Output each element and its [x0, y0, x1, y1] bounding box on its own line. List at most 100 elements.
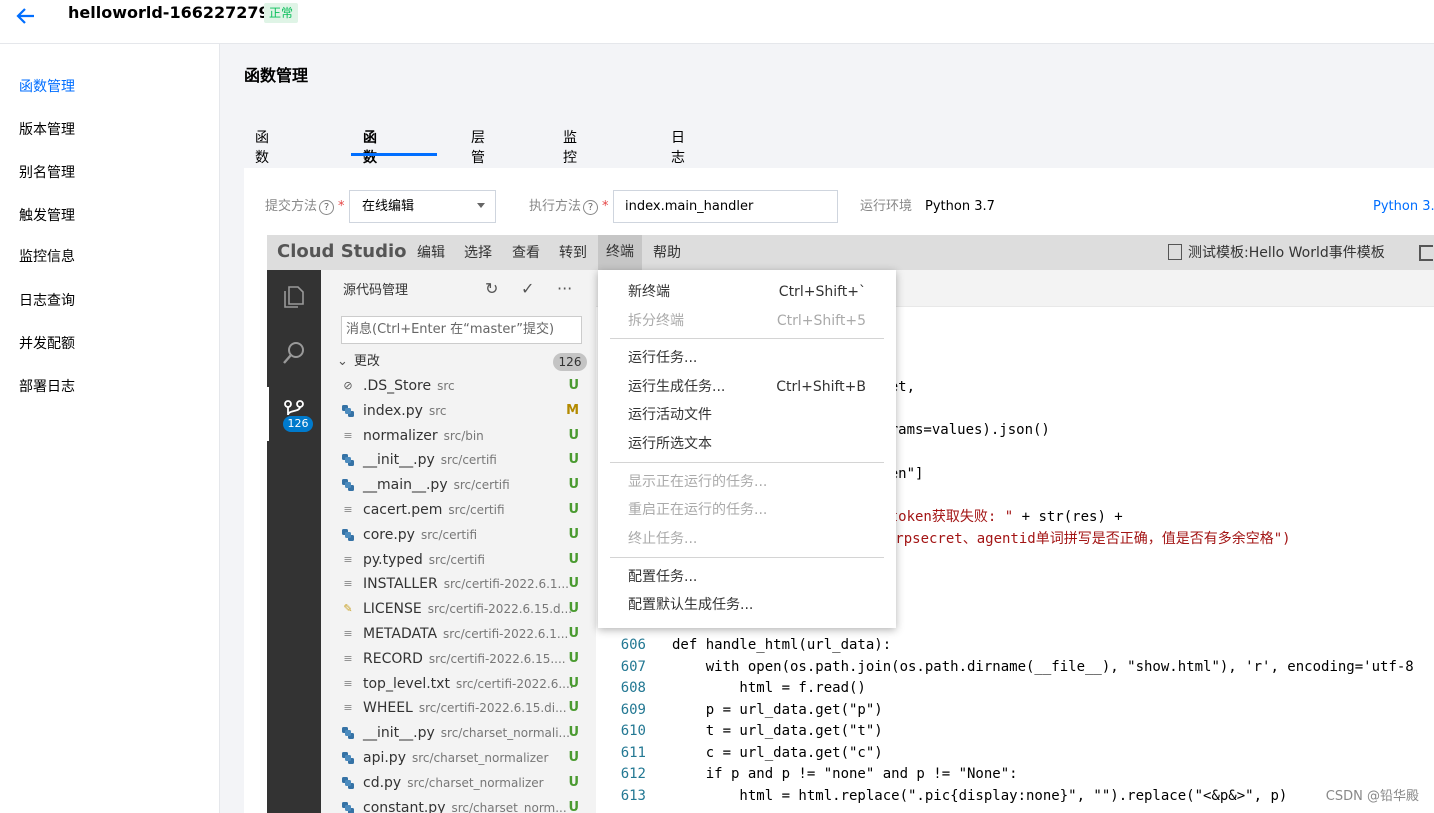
search-icon[interactable] — [281, 340, 307, 366]
shortcut-label: Ctrl+Shift+5 — [776, 313, 866, 329]
file-status: U — [568, 799, 579, 813]
menu-item-new-terminal[interactable]: 新终端 — [628, 283, 670, 301]
exec-method-text: 执行方法 — [529, 199, 582, 214]
menu-view[interactable]: 查看 — [512, 244, 540, 262]
changes-badge: 126 — [283, 416, 313, 432]
menu-goto[interactable]: 转到 — [559, 244, 587, 262]
menu-item-show-running-tasks[interactable]: 显示正在运行的任务... — [628, 473, 767, 491]
file-row[interactable]: ≡ cacert.pem src/certifi U — [341, 498, 581, 522]
file-name: constant.py — [363, 799, 446, 813]
sidebar-item-log-query[interactable]: 日志查询 — [19, 291, 75, 311]
file-row[interactable]: ✎ LICENSE src/certifi-2022.6.15.d... U — [341, 597, 581, 621]
file-status: U — [568, 427, 579, 443]
menu-select[interactable]: 选择 — [464, 244, 492, 262]
file-status: U — [568, 675, 579, 691]
file-row[interactable]: ≡ top_level.txt src/certifi-2022.6.... U — [341, 672, 581, 696]
more-icon[interactable]: ··· — [557, 278, 572, 300]
code-fragment: ess_token获取失败: " + str(res) + — [856, 506, 1123, 528]
file-row[interactable]: constant.py src/charset_norm... U — [341, 796, 581, 813]
file-row[interactable]: api.py src/charset_normalizer U — [341, 746, 581, 770]
line-number: 608 — [620, 680, 646, 696]
menu-item-run-selected-text[interactable]: 运行所选文本 — [628, 435, 712, 453]
file-row[interactable]: cd.py src/charset_normalizer U — [341, 771, 581, 795]
file-status: M — [566, 402, 579, 418]
menu-terminal[interactable]: 终端 — [598, 235, 642, 270]
help-icon[interactable]: ? — [319, 200, 335, 215]
sidebar-item-monitoring[interactable]: 监控信息 — [19, 247, 75, 267]
file-row[interactable]: ≡ py.typed src/certifi U — [341, 548, 581, 572]
file-name: RECORD — [363, 650, 423, 667]
sidebar: 函数管理 版本管理 别名管理 触发管理 监控信息 日志查询 并发配额 部署日志 — [0, 44, 220, 813]
file-row[interactable]: __init__.py src/certifi U — [341, 448, 581, 472]
code-text: p = url_data.get("p") — [672, 701, 883, 718]
hidden-file-icon: ⊘ — [343, 379, 353, 392]
file-status: U — [568, 576, 579, 592]
layout-icon[interactable] — [1419, 245, 1433, 261]
line-number: 609 — [620, 701, 646, 718]
file-path: src — [428, 403, 447, 418]
help-icon[interactable]: ? — [583, 200, 599, 215]
code-text: c = url_data.get("c") — [672, 744, 883, 761]
submit-method-text: 提交方法 — [265, 199, 318, 214]
active-tab-indicator — [351, 153, 437, 156]
top-bar: helloworld-1662272796 正常 — [0, 0, 1434, 44]
file-row[interactable]: ≡ WHEEL src/certifi-2022.6.15.di... U — [341, 696, 581, 720]
file-name: METADATA — [363, 626, 438, 642]
menu-item-run-task[interactable]: 运行任务... — [628, 349, 697, 367]
file-row[interactable]: core.py src/certifi U — [341, 523, 581, 547]
menu-item-configure-tasks[interactable]: 配置任务... — [628, 568, 697, 586]
file-row[interactable]: ≡ INSTALLER src/certifi-2022.6.1... U — [341, 572, 581, 596]
menu-help[interactable]: 帮助 — [653, 244, 681, 262]
file-row[interactable]: __main__.py src/certifi U — [341, 473, 581, 497]
file-status: U — [568, 700, 579, 716]
file-name: LICENSE — [363, 601, 422, 618]
text-file-icon: ≡ — [343, 428, 353, 442]
menu-item-split-terminal[interactable]: 拆分终端 — [628, 312, 684, 330]
code-line: 608 html = f.read() — [596, 677, 1434, 699]
sidebar-item-version-management[interactable]: 版本管理 — [19, 120, 75, 140]
file-path: src — [437, 379, 455, 393]
menu-item-terminate-task[interactable]: 终止任务... — [628, 530, 697, 548]
file-row[interactable]: ⊘ .DS_Store src U — [341, 374, 581, 398]
file-name: __main__.py — [363, 477, 448, 494]
commit-message-input[interactable]: 消息(Ctrl+Enter 在“master”提交) — [341, 316, 582, 344]
code-line: 613 html = html.replace(".pic{display:no… — [596, 785, 1434, 807]
sidebar-item-concurrency-quota[interactable]: 并发配额 — [19, 334, 75, 354]
changes-group[interactable]: ⌄ 更改 126 — [337, 352, 587, 372]
refresh-icon[interactable]: ↻ — [485, 278, 498, 300]
sidebar-item-function-management[interactable]: 函数管理 — [19, 77, 75, 97]
back-arrow-icon[interactable] — [14, 4, 38, 28]
sidebar-item-trigger-management[interactable]: 触发管理 — [19, 206, 75, 226]
active-view-indicator — [267, 387, 269, 441]
sidebar-item-deploy-log[interactable]: 部署日志 — [19, 377, 75, 397]
test-template-label[interactable]: 测试模板:Hello World事件模板 — [1188, 244, 1385, 262]
menu-item-restart-running-task[interactable]: 重启正在运行的任务... — [628, 501, 767, 519]
explorer-icon[interactable] — [281, 284, 307, 310]
runtime-link[interactable]: Python 3.7 — [1373, 198, 1434, 216]
file-row[interactable]: index.py src M — [341, 399, 581, 423]
file-name: INSTALLER — [363, 576, 438, 593]
exec-method-input[interactable]: index.main_handler — [613, 190, 838, 223]
menu-item-run-active-file[interactable]: 运行活动文件 — [628, 406, 712, 424]
file-name: __init__.py — [363, 452, 435, 469]
file-name: normalizer — [363, 427, 438, 444]
commit-check-icon[interactable]: ✓ — [521, 278, 534, 300]
file-row[interactable]: ≡ METADATA src/certifi-2022.6.1... U — [341, 622, 581, 646]
python-file-icon — [341, 478, 355, 492]
code-line: 607 with open(os.path.join(os.path.dirna… — [596, 656, 1434, 678]
file-row[interactable]: __init__.py src/charset_normali... U — [341, 721, 581, 745]
line-number: 607 — [620, 658, 646, 675]
menu-edit[interactable]: 编辑 — [417, 244, 445, 262]
document-icon — [1168, 244, 1182, 260]
file-row[interactable]: ≡ RECORD src/certifi-2022.6.15.... U — [341, 647, 581, 671]
ide-menubar: Cloud Studio 编辑 选择 查看 转到 终端 帮助 测试模板:Hell… — [267, 235, 1434, 270]
file-row[interactable]: ≡ normalizer src/bin U — [341, 424, 581, 448]
menu-item-configure-default-build-task[interactable]: 配置默认生成任务... — [628, 596, 753, 614]
file-path: src/charset_normalizer — [407, 775, 544, 790]
file-path: src/certifi-2022.6.1... — [443, 627, 569, 641]
python-file-icon — [341, 453, 355, 467]
sidebar-item-alias-management[interactable]: 别名管理 — [19, 163, 75, 183]
menu-item-run-build-task[interactable]: 运行生成任务... — [628, 378, 725, 396]
file-status: U — [568, 601, 579, 617]
submit-method-select[interactable]: 在线编辑 — [349, 190, 496, 223]
